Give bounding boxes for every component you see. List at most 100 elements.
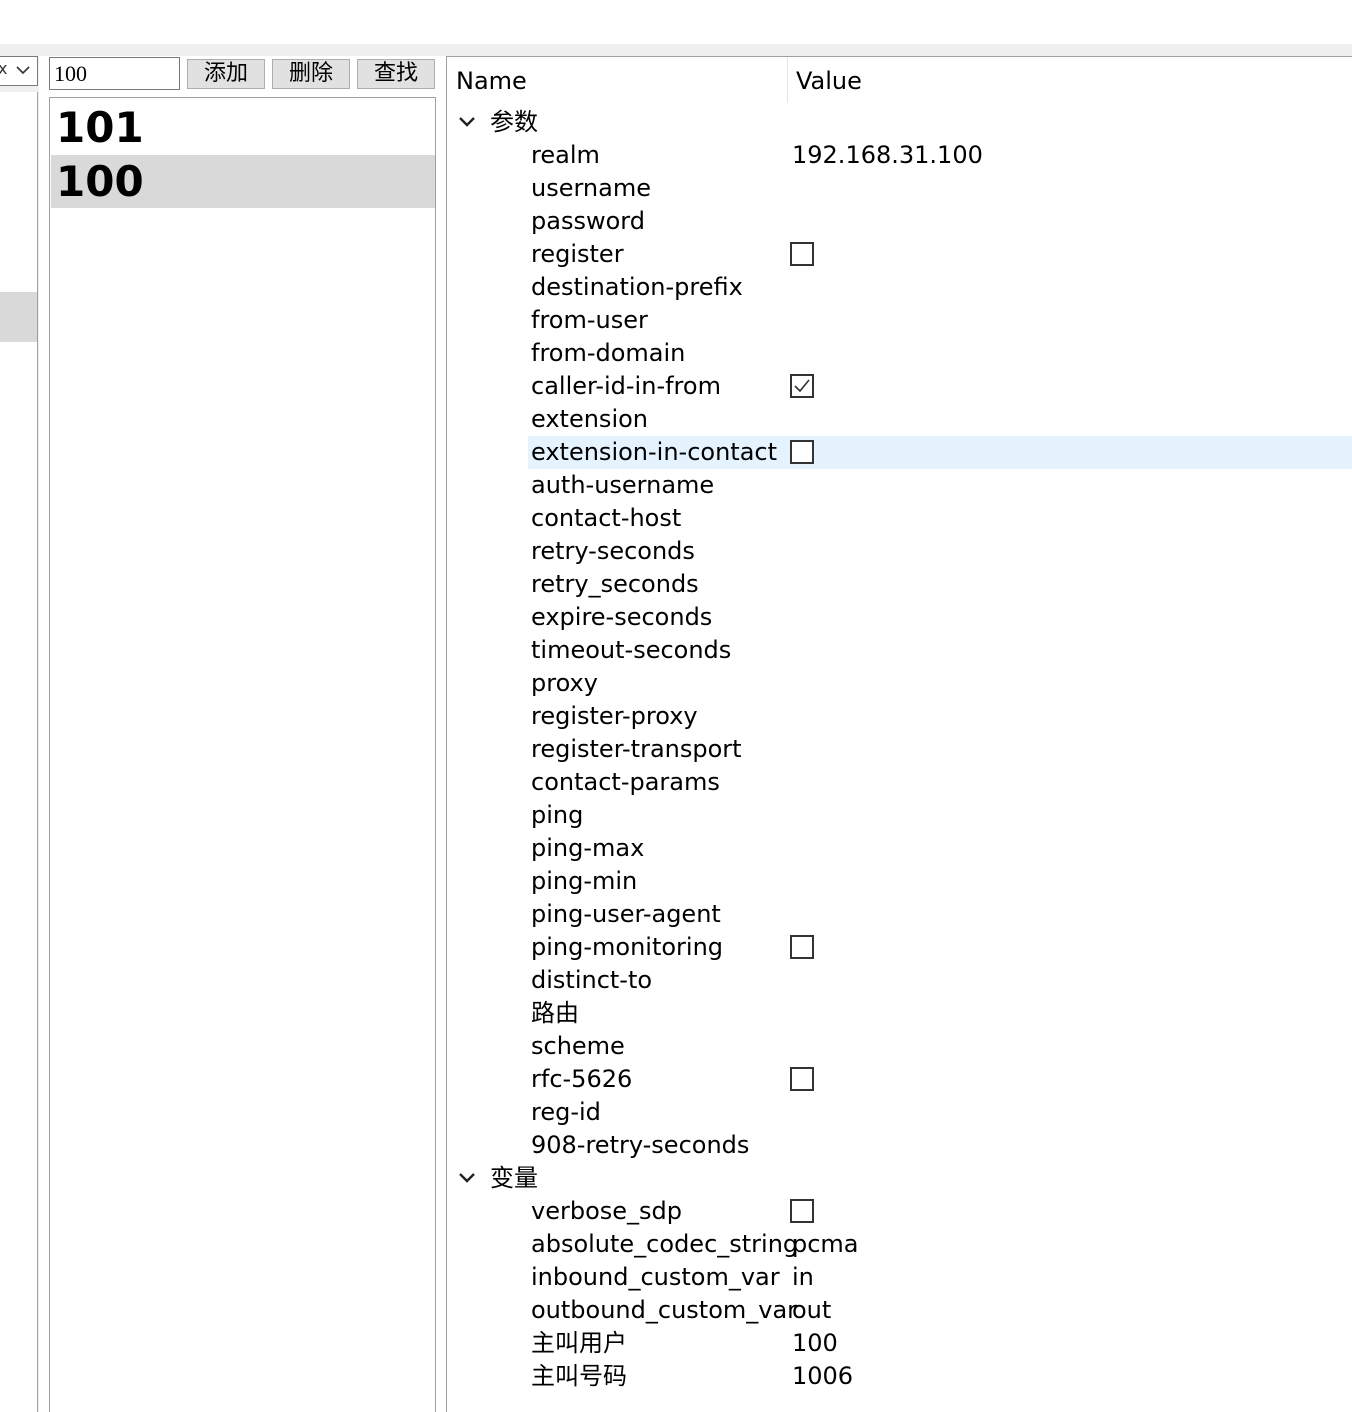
property-name: register: [531, 240, 624, 268]
group-label: 参数: [490, 108, 538, 136]
left-combobox[interactable]: x: [0, 56, 38, 86]
list-item-selected[interactable]: 100: [51, 155, 435, 208]
property-row[interactable]: 主叫号码 1006: [447, 1360, 1352, 1393]
property-name: scheme: [531, 1032, 625, 1060]
property-value[interactable]: pcma: [792, 1228, 859, 1261]
column-header-value[interactable]: Value: [796, 57, 862, 105]
property-row[interactable]: destination-prefix: [447, 271, 1352, 304]
checkbox[interactable]: [790, 1067, 814, 1091]
group-row[interactable]: 变量: [447, 1162, 1352, 1195]
property-grid[interactable]: Name Value 参数 realm 192.168.31.100 username…: [446, 56, 1352, 1412]
property-value[interactable]: 1006: [792, 1360, 853, 1393]
property-row[interactable]: password: [447, 205, 1352, 238]
property-row[interactable]: register-proxy: [447, 700, 1352, 733]
chevron-down-icon[interactable]: [457, 1162, 477, 1195]
account-list[interactable]: 101 100: [49, 97, 436, 1412]
property-name: outbound_custom_var: [531, 1296, 798, 1324]
property-name: from-user: [531, 306, 648, 334]
property-name: retry-seconds: [531, 537, 695, 565]
property-row[interactable]: proxy: [447, 667, 1352, 700]
column-separator[interactable]: [787, 57, 788, 103]
property-row[interactable]: rfc-5626: [447, 1063, 1352, 1096]
property-name: absolute_codec_string: [531, 1230, 799, 1258]
property-name: reg-id: [531, 1098, 601, 1126]
delete-button[interactable]: 删除: [272, 59, 350, 89]
property-row[interactable]: ping-monitoring: [447, 931, 1352, 964]
left-list[interactable]: [0, 92, 38, 1412]
property-row[interactable]: reg-id: [447, 1096, 1352, 1129]
property-name: 主叫号码: [531, 1362, 627, 1390]
search-input[interactable]: 100: [49, 57, 180, 90]
checkbox[interactable]: [790, 242, 814, 266]
property-row[interactable]: expire-seconds: [447, 601, 1352, 634]
property-name: inbound_custom_var: [531, 1263, 780, 1291]
property-name: auth-username: [531, 471, 715, 499]
property-row[interactable]: verbose_sdp: [447, 1195, 1352, 1228]
property-row[interactable]: extension: [447, 403, 1352, 436]
property-row[interactable]: distinct-to: [447, 964, 1352, 997]
property-name: verbose_sdp: [531, 1197, 682, 1225]
property-name: 路由: [531, 999, 579, 1027]
property-row[interactable]: 主叫用户 100: [447, 1327, 1352, 1360]
property-row[interactable]: register-transport: [447, 733, 1352, 766]
property-row[interactable]: absolute_codec_string pcma: [447, 1228, 1352, 1261]
property-name: contact-params: [531, 768, 720, 796]
property-row[interactable]: scheme: [447, 1030, 1352, 1063]
property-row[interactable]: outbound_custom_var out: [447, 1294, 1352, 1327]
checkbox-checked[interactable]: [790, 374, 814, 398]
checkbox[interactable]: [790, 935, 814, 959]
property-row[interactable]: 路由: [447, 997, 1352, 1030]
property-row[interactable]: ping-user-agent: [447, 898, 1352, 931]
property-name: register-transport: [531, 735, 742, 763]
property-row[interactable]: timeout-seconds: [447, 634, 1352, 667]
property-name: ping-user-agent: [531, 900, 721, 928]
group-row[interactable]: 参数: [447, 106, 1352, 139]
chevron-down-icon[interactable]: [16, 63, 30, 79]
property-row[interactable]: inbound_custom_var in: [447, 1261, 1352, 1294]
property-row[interactable]: ping-min: [447, 865, 1352, 898]
property-name: ping: [531, 801, 584, 829]
list-item-label: 101: [56, 103, 144, 152]
list-item[interactable]: 101: [51, 101, 435, 154]
property-value[interactable]: in: [792, 1261, 814, 1294]
property-value[interactable]: 100: [792, 1327, 838, 1360]
column-header-name[interactable]: Name: [456, 57, 527, 105]
property-row[interactable]: retry_seconds: [447, 568, 1352, 601]
property-name: proxy: [531, 669, 598, 697]
property-name: extension-in-contact: [531, 438, 778, 466]
property-row[interactable]: contact-params: [447, 766, 1352, 799]
property-row[interactable]: auth-username: [447, 469, 1352, 502]
property-row[interactable]: contact-host: [447, 502, 1352, 535]
find-button[interactable]: 查找: [357, 59, 435, 89]
property-row[interactable]: caller-id-in-from: [447, 370, 1352, 403]
combo-text: x: [0, 59, 8, 78]
property-row[interactable]: realm 192.168.31.100: [447, 139, 1352, 172]
left-list-selected-item[interactable]: [0, 292, 37, 342]
property-name: username: [531, 174, 651, 202]
property-row[interactable]: ping: [447, 799, 1352, 832]
property-row[interactable]: retry-seconds: [447, 535, 1352, 568]
property-row[interactable]: from-domain: [447, 337, 1352, 370]
property-name: caller-id-in-from: [531, 372, 721, 400]
checkbox[interactable]: [790, 1199, 814, 1223]
property-name: ping-max: [531, 834, 645, 862]
property-row[interactable]: from-user: [447, 304, 1352, 337]
property-row[interactable]: ping-max: [447, 832, 1352, 865]
property-row[interactable]: register: [447, 238, 1352, 271]
property-name: extension: [531, 405, 648, 433]
property-name: retry_seconds: [531, 570, 699, 598]
property-row[interactable]: 908-retry-seconds: [447, 1129, 1352, 1162]
property-row[interactable]: username: [447, 172, 1352, 205]
property-name: destination-prefix: [531, 273, 743, 301]
property-name: from-domain: [531, 339, 686, 367]
property-name: ping-min: [531, 867, 638, 895]
property-value[interactable]: 192.168.31.100: [792, 139, 983, 172]
checkbox[interactable]: [790, 440, 814, 464]
property-name: distinct-to: [531, 966, 653, 994]
property-name: 908-retry-seconds: [531, 1131, 750, 1159]
property-name: rfc-5626: [531, 1065, 633, 1093]
chevron-down-icon[interactable]: [457, 106, 477, 139]
add-button[interactable]: 添加: [187, 59, 265, 89]
property-value[interactable]: out: [792, 1294, 831, 1327]
property-row[interactable]: extension-in-contact: [447, 436, 1352, 469]
